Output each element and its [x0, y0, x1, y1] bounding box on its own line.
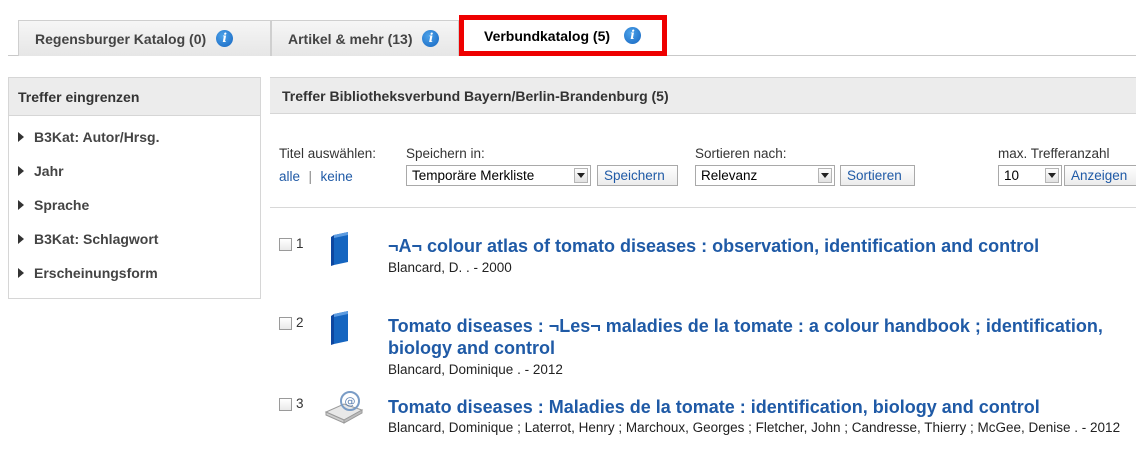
info-icon[interactable]: i: [624, 27, 642, 44]
tab-verbundkatalog[interactable]: Verbundkatalog (5) i: [464, 20, 662, 51]
select-none-link[interactable]: keine: [320, 169, 352, 184]
svg-text:@: @: [345, 395, 356, 408]
info-icon[interactable]: i: [422, 30, 440, 47]
tab-label: Verbundkatalog (5): [484, 27, 611, 44]
facet-jahr[interactable]: Jahr: [9, 154, 260, 188]
facet-label: B3Kat: Autor/Hrsg.: [34, 129, 160, 145]
save-in-select[interactable]: Temporäre Merkliste: [406, 165, 591, 186]
ebook-icon: @: [324, 391, 364, 424]
result-checkbox[interactable]: [279, 317, 292, 330]
save-button[interactable]: Speichern: [597, 165, 678, 186]
chevron-down-icon: [1045, 168, 1059, 183]
sort-value: Relevanz: [701, 168, 758, 183]
result-title[interactable]: ¬A¬ colour atlas of tomato diseases : ob…: [388, 235, 1128, 257]
facet-label: Jahr: [34, 163, 64, 179]
result-item: 2 Tomato diseases : ¬Les¬ maladies de la…: [270, 311, 1136, 381]
sort-select[interactable]: Relevanz: [695, 165, 835, 186]
result-meta: Blancard, D. . - 2000: [388, 260, 512, 275]
result-checkbox[interactable]: [279, 398, 292, 411]
book-icon: [331, 311, 348, 345]
result-title[interactable]: Tomato diseases : Maladies de la tomate …: [388, 396, 1128, 418]
facet-erscheinungsform[interactable]: Erscheinungsform: [9, 256, 260, 290]
chevron-down-icon: [818, 168, 832, 183]
facet-label: B3Kat: Schlagwort: [34, 231, 159, 247]
sort-label: Sortieren nach:: [695, 146, 787, 161]
result-number: 3: [296, 396, 304, 411]
facet-sidebar: Treffer eingrenzen B3Kat: Autor/Hrsg. Ja…: [8, 77, 261, 299]
facet-autor[interactable]: B3Kat: Autor/Hrsg.: [9, 120, 260, 154]
select-separator: |: [308, 169, 312, 184]
result-number: 1: [296, 236, 304, 251]
triangle-right-icon: [18, 268, 24, 278]
result-meta: Blancard, Dominique . - 2012: [388, 362, 563, 377]
max-results-label: max. Trefferanzahl: [998, 146, 1110, 161]
select-links: alle | keine: [279, 168, 353, 186]
select-all-link[interactable]: alle: [279, 169, 300, 184]
facet-sprache[interactable]: Sprache: [9, 188, 260, 222]
save-in-label: Speichern in:: [406, 146, 485, 161]
facet-schlagwort[interactable]: B3Kat: Schlagwort: [9, 222, 260, 256]
tab-label: Artikel & mehr (13): [288, 30, 413, 47]
triangle-right-icon: [18, 166, 24, 176]
max-results-select[interactable]: 10: [998, 165, 1062, 186]
results-header: Treffer Bibliotheksverbund Bayern/Berlin…: [270, 77, 1136, 114]
divider: [270, 207, 1136, 208]
info-icon[interactable]: i: [216, 30, 234, 47]
save-in-value: Temporäre Merkliste: [412, 168, 535, 183]
max-results-value: 10: [1004, 168, 1020, 183]
result-checkbox[interactable]: [279, 238, 292, 251]
show-button[interactable]: Anzeigen: [1064, 165, 1136, 186]
triangle-right-icon: [18, 132, 24, 142]
triangle-right-icon: [18, 234, 24, 244]
chevron-down-icon: [574, 168, 588, 183]
result-item: 3 @ Tomato diseases : Maladies de la tom…: [270, 391, 1136, 458]
facet-label: Erscheinungsform: [34, 265, 158, 281]
facet-label: Sprache: [34, 197, 90, 213]
tab-bar: Regensburger Katalog (0) i Artikel & meh…: [0, 0, 1136, 58]
select-titles-label: Titel auswählen:: [279, 146, 377, 161]
result-title[interactable]: Tomato diseases : ¬Les¬ maladies de la t…: [388, 315, 1128, 359]
tab-artikel-mehr[interactable]: Artikel & mehr (13) i: [271, 20, 459, 56]
book-icon: [331, 232, 348, 266]
result-item: 1 ¬A¬ colour atlas of tomato diseases : …: [270, 232, 1136, 292]
result-number: 2: [296, 315, 304, 330]
result-meta: Blancard, Dominique ; Laterrot, Henry ; …: [388, 420, 1121, 435]
tab-regensburger-katalog[interactable]: Regensburger Katalog (0) i: [18, 20, 271, 56]
sidebar-title: Treffer eingrenzen: [9, 78, 260, 116]
sort-button[interactable]: Sortieren: [840, 165, 915, 186]
triangle-right-icon: [18, 200, 24, 210]
tab-label: Regensburger Katalog (0): [35, 30, 207, 47]
